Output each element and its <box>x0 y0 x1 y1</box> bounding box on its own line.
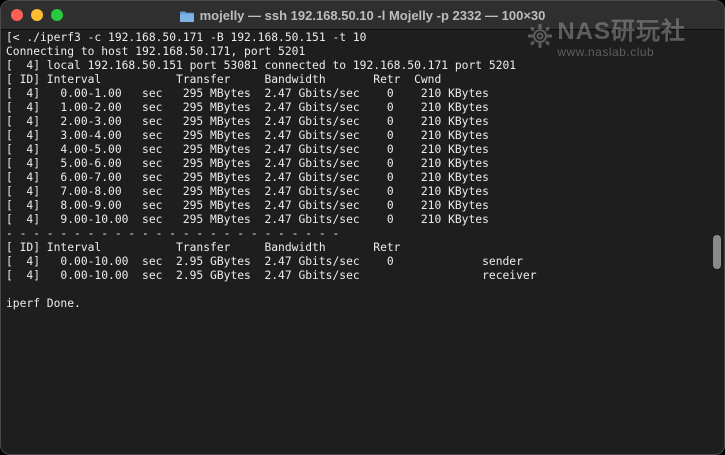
terminal-output[interactable]: [< ./iperf3 -c 192.168.50.171 -B 192.168… <box>6 31 706 454</box>
terminal-line: [ 4] 6.00-7.00 sec 295 MBytes 2.47 Gbits… <box>6 171 489 184</box>
scrollbar-thumb[interactable] <box>713 235 721 269</box>
terminal-line: [ 4] 9.00-10.00 sec 295 MBytes 2.47 Gbit… <box>6 213 489 226</box>
terminal-line: [ 4] 8.00-9.00 sec 295 MBytes 2.47 Gbits… <box>6 199 489 212</box>
terminal-window: mojelly — ssh 192.168.50.10 -l Mojelly -… <box>0 0 725 455</box>
minimize-button[interactable] <box>31 9 43 21</box>
terminal-line: [ 4] 0.00-10.00 sec 2.95 GBytes 2.47 Gbi… <box>6 255 523 268</box>
terminal-line: iperf Done. <box>6 297 81 310</box>
terminal-line: [ 4] local 192.168.50.151 port 53081 con… <box>6 59 517 72</box>
terminal-line: [< ./iperf3 -c 192.168.50.171 -B 192.168… <box>6 31 367 44</box>
close-button[interactable] <box>11 9 23 21</box>
terminal-line: [ ID] Interval Transfer Bandwidth Retr <box>6 241 401 254</box>
window-title: mojelly — ssh 192.168.50.10 -l Mojelly -… <box>199 7 546 23</box>
maximize-button[interactable] <box>51 9 63 21</box>
terminal-line: [ 4] 1.00-2.00 sec 295 MBytes 2.47 Gbits… <box>6 101 489 114</box>
terminal-line: [ 4] 7.00-8.00 sec 295 MBytes 2.47 Gbits… <box>6 185 489 198</box>
terminal-line: [ 4] 3.00-4.00 sec 295 MBytes 2.47 Gbits… <box>6 129 489 142</box>
terminal-line: [ 4] 0.00-1.00 sec 295 MBytes 2.47 Gbits… <box>6 87 489 100</box>
terminal-line: [ ID] Interval Transfer Bandwidth Retr C… <box>6 73 442 86</box>
terminal-separator: - - - - - - - - - - - - - - - - - - - - … <box>6 227 340 240</box>
terminal-line: Connecting to host 192.168.50.171, port … <box>6 45 306 58</box>
terminal-line: [ 4] 0.00-10.00 sec 2.95 GBytes 2.47 Gbi… <box>6 269 537 282</box>
terminal-line: [ 4] 4.00-5.00 sec 295 MBytes 2.47 Gbits… <box>6 143 489 156</box>
folder-icon <box>179 10 194 22</box>
terminal-line: [ 4] 2.00-3.00 sec 295 MBytes 2.47 Gbits… <box>6 115 489 128</box>
terminal-line: [ 4] 5.00-6.00 sec 295 MBytes 2.47 Gbits… <box>6 157 489 170</box>
